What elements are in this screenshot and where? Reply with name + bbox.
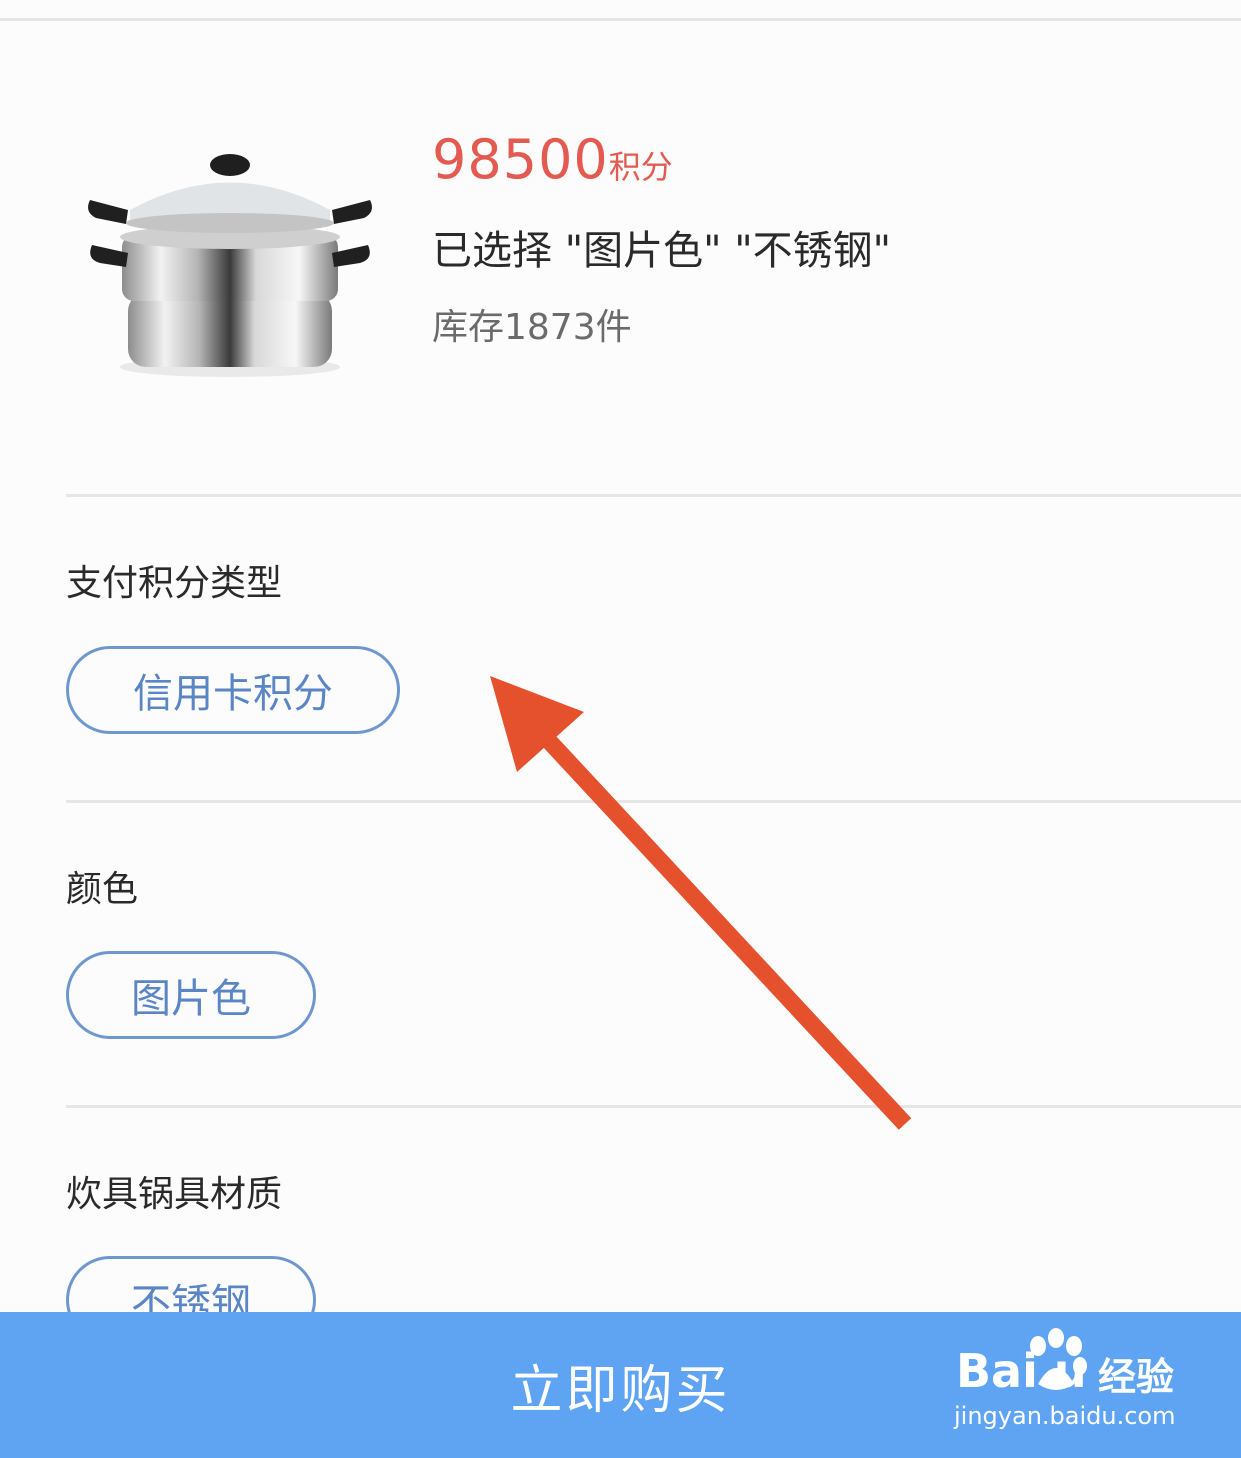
stock-text: 库存1873件 <box>432 307 632 348</box>
section-divider <box>66 1105 1241 1108</box>
top-divider <box>0 18 1241 21</box>
price-unit: 积分 <box>608 148 673 186</box>
section-divider <box>66 800 1241 803</box>
section-title-color: 颜色 <box>66 869 139 910</box>
section-divider <box>66 494 1241 497</box>
option-credit-card-points[interactable]: 信用卡积分 <box>66 646 400 734</box>
paw-icon <box>1030 1328 1087 1390</box>
section-title-points-type: 支付积分类型 <box>66 563 283 604</box>
steamer-pot-image <box>88 154 372 377</box>
watermark-url: jingyan.baidu.com <box>954 1402 1176 1430</box>
price-value: 98500 <box>432 128 609 191</box>
selected-spec-text: 已选择 "图片色" "不锈钢" <box>432 228 892 274</box>
price: 98500积分 <box>432 128 673 191</box>
option-picture-color[interactable]: 图片色 <box>66 951 316 1039</box>
watermark-product: 经验 <box>1098 1355 1175 1399</box>
product-image <box>80 145 380 385</box>
section-title-material: 炊具锅具材质 <box>66 1174 283 1215</box>
baidu-jingyan-watermark: Bai u 经验 jingyan.baidu.com <box>948 1322 1188 1432</box>
